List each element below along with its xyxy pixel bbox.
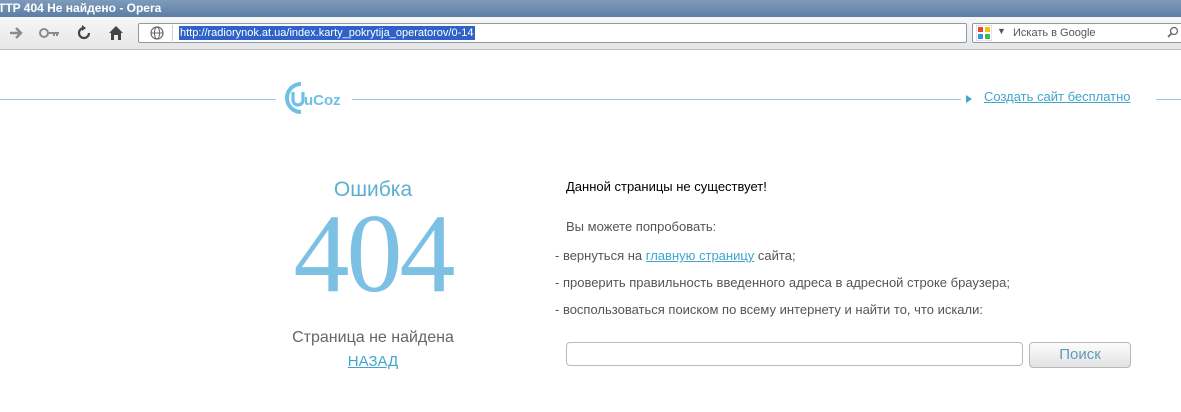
home-page-link[interactable]: главную страницу	[646, 248, 755, 263]
browser-toolbar: http://radiorynok.at.ua/index.karty_pokr…	[0, 17, 1181, 50]
window-titlebar: TTP 404 Не найдено - Opera	[0, 0, 1181, 17]
ucoz-logo-text: uCoz	[304, 92, 341, 109]
magnifier-icon[interactable]	[1167, 26, 1179, 38]
home-icon	[109, 26, 123, 40]
home-button[interactable]	[105, 23, 127, 43]
suggestion-check-address: - проверить правильность введенного адре…	[555, 275, 1011, 290]
page-message-title: Данной страницы не существует!	[566, 179, 767, 194]
web-search-input[interactable]	[566, 342, 1023, 366]
suggestion-home: - вернуться на главную страницу сайта;	[555, 248, 796, 263]
forward-button[interactable]	[6, 23, 28, 43]
error-code: 404	[293, 192, 456, 316]
address-url[interactable]: http://radiorynok.at.ua/index.karty_pokr…	[179, 26, 475, 40]
forward-arrow-icon	[10, 27, 23, 39]
ucoz-logo: uCoz	[285, 82, 341, 114]
reload-icon	[77, 25, 91, 40]
header-divider-middle	[352, 99, 961, 100]
search-engine-dropdown-icon[interactable]: ▼	[997, 26, 1006, 36]
reload-button[interactable]	[73, 23, 95, 43]
header-divider-right	[1156, 99, 1181, 100]
search-button[interactable]: Поиск	[1029, 342, 1131, 368]
suggestion-home-prefix: - вернуться на	[555, 248, 643, 263]
suggestion-home-suffix: сайта;	[757, 248, 796, 263]
search-box[interactable]: ▼ Искать в Google	[972, 23, 1181, 43]
address-bar[interactable]: http://radiorynok.at.ua/index.karty_pokr…	[138, 23, 967, 43]
arrow-right-icon	[966, 95, 972, 103]
try-intro: Вы можете попробовать:	[566, 219, 717, 234]
create-site-link[interactable]: Создать сайт бесплатно	[984, 89, 1131, 104]
google-icon	[976, 25, 992, 41]
header-divider-left	[0, 99, 276, 100]
back-link[interactable]: НАЗАД	[313, 353, 433, 370]
site-info-button[interactable]	[142, 25, 173, 41]
globe-icon	[150, 26, 164, 40]
window-title: TTP 404 Не найдено - Opera	[0, 1, 162, 15]
search-placeholder[interactable]: Искать в Google	[1013, 27, 1096, 39]
suggestion-search: - воспользоваться поиском по всему интер…	[555, 302, 983, 317]
key-icon	[39, 28, 59, 38]
not-found-text: Страница не найдена	[292, 329, 454, 346]
wand-button[interactable]	[39, 23, 61, 43]
